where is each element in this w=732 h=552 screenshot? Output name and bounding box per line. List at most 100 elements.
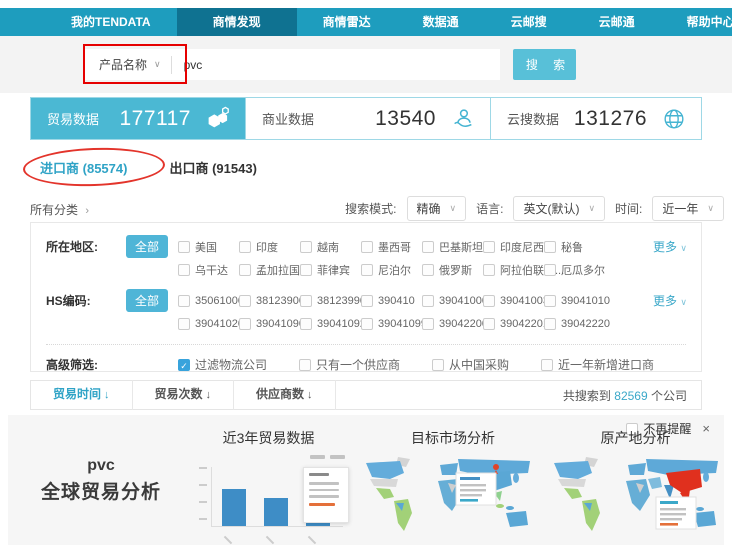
trade-analysis-panel: 不再提醒 × pvc 全球贸易分析 近3年贸易数据 目标市场分析 原产地分析 [8, 415, 724, 545]
hs-more-link[interactable]: 更多 ∨ [653, 292, 701, 309]
region-filter-row-2: 乌干达 孟加拉国 菲律宾 尼泊尔 俄罗斯 阿拉伯联合... 厄瓜多尔 [31, 258, 701, 281]
nav-item-cloud-mail-search[interactable]: 云邮搜 [485, 8, 573, 36]
language-value: 英文(默认) [523, 200, 579, 217]
hs-code-checkbox[interactable]: 39041010 [544, 295, 605, 307]
checkbox-icon [300, 264, 312, 276]
checkbox-icon [178, 241, 190, 253]
stat-value: 131276 [574, 107, 647, 131]
section-title-target-market: 目标市场分析 [363, 428, 543, 448]
language-select[interactable]: 英文(默认) ∨ [513, 196, 605, 221]
search-result-count: 共搜索到 82569 个公司 [563, 387, 701, 404]
hs-code-checkbox[interactable]: 39041092 [300, 318, 361, 330]
nav-item-business-radar[interactable]: 商情雷达 [297, 8, 397, 36]
stat-cloud-search-data[interactable]: 云搜数据 131276 [491, 98, 701, 139]
sort-by-supplier-count[interactable]: 供应商数↓ [234, 380, 336, 410]
checkbox-icon [483, 295, 495, 307]
all-categories-link[interactable]: 所有分类 › [30, 201, 89, 218]
checkbox-icon [178, 295, 190, 307]
tab-importers[interactable]: 进口商 (85574) [40, 158, 127, 177]
hs-code-checkbox[interactable]: 39041003 [483, 295, 544, 307]
stat-label: 商业数据 [262, 109, 314, 128]
map-red-pin [493, 464, 499, 470]
tab-exporters[interactable]: 出口商 (91543) [169, 158, 256, 177]
stat-label: 云搜数据 [507, 109, 559, 128]
hs-code-checkbox[interactable]: 35061000 [178, 295, 239, 307]
chevron-down-icon: ∨ [680, 297, 687, 307]
hs-all-button[interactable]: 全部 [126, 289, 168, 312]
search-input[interactable]: pvc [172, 58, 500, 72]
sort-by-trade-time[interactable]: 贸易时间↓ [31, 380, 133, 410]
product-name: pvc [26, 457, 176, 475]
nav-item-data-pass[interactable]: 数据通 [397, 8, 485, 36]
search-button[interactable]: 搜 索 [513, 49, 576, 80]
time-select[interactable]: 近一年 ∨ [652, 196, 724, 221]
hs-code-checkbox[interactable]: 390410 [361, 295, 422, 307]
region-checkbox[interactable]: 俄罗斯 [422, 262, 483, 278]
hs-code-checkbox[interactable]: 38123900 [239, 295, 300, 307]
hs-code-checkbox[interactable]: 39041000 [422, 295, 483, 307]
nav-item-help-center[interactable]: 帮助中心 [661, 8, 732, 36]
hs-code-checkbox[interactable]: 38123990 [300, 295, 361, 307]
advanced-checkbox-single-supplier[interactable]: 只有一个供应商 [299, 356, 400, 373]
region-checkbox[interactable]: 美国 [178, 239, 239, 255]
region-checkbox[interactable]: 尼泊尔 [361, 262, 422, 278]
search-category-label: 产品名称 [99, 56, 147, 73]
hs-code-checkbox[interactable]: 39041020 [178, 318, 239, 330]
region-checkbox[interactable]: 孟加拉国 [239, 262, 300, 278]
checkbox-icon [361, 318, 373, 330]
region-more-link[interactable]: 更多 ∨ [653, 238, 701, 255]
result-tabs: 进口商 (85574) 出口商 (91543) [40, 158, 257, 177]
region-checkbox[interactable]: 墨西哥 [361, 239, 422, 255]
nav-item-cloud-mail-pass[interactable]: 云邮通 [573, 8, 661, 36]
filters-panel: 所在地区: 全部 美国 印度 越南 墨西哥 巴基斯坦 印度尼西亚 秘鲁 更多 ∨… [30, 222, 702, 372]
search-mode-select[interactable]: 精确 ∨ [407, 196, 467, 221]
hs-code-checkbox[interactable]: 39042201 [483, 318, 544, 330]
advanced-checkbox-filter-logistics[interactable]: ✓ 过滤物流公司 [178, 356, 267, 373]
sort-by-trade-count[interactable]: 贸易次数↓ [133, 380, 235, 410]
hs-code-checkbox[interactable]: 39041099 [361, 318, 422, 330]
region-checkbox[interactable]: 印度 [239, 239, 300, 255]
stat-trade-data[interactable]: 贸易数据 177117 [31, 98, 246, 139]
region-checkbox[interactable]: 阿拉伯联合... [483, 262, 544, 278]
dotted-divider [46, 344, 686, 345]
stat-value: 13540 [375, 107, 436, 131]
stat-business-data[interactable]: 商业数据 13540 [246, 98, 491, 139]
arrow-down-icon: ↓ [307, 389, 313, 401]
hs-code-checkbox[interactable]: 39041090 [239, 318, 300, 330]
checkbox-icon [300, 295, 312, 307]
region-checkbox[interactable]: 厄瓜多尔 [544, 262, 605, 278]
map-tooltip [656, 497, 696, 529]
region-all-button[interactable]: 全部 [126, 235, 168, 258]
arrow-down-icon: ↓ [206, 389, 212, 401]
region-checkbox[interactable]: 乌干达 [178, 262, 239, 278]
hs-code-checkbox[interactable]: 39042220 [544, 318, 605, 330]
mini-bar-chart[interactable] [191, 451, 349, 543]
analysis-title-block: pvc 全球贸易分析 [26, 457, 176, 504]
advanced-checkbox-buy-from-china[interactable]: 从中国采购 [432, 356, 509, 373]
origin-analysis-map[interactable] [548, 453, 732, 548]
checkbox-icon [300, 318, 312, 330]
nav-item-business-discovery[interactable]: 商情发现 [177, 8, 297, 36]
nav-item-my-tendata[interactable]: 我的TENDATA [45, 8, 177, 36]
tab-count: (91543) [212, 161, 257, 176]
chart-tooltip [303, 467, 349, 523]
map-tooltip [456, 473, 496, 505]
search-box: 产品名称 ∨ pvc [85, 49, 500, 80]
advanced-checkbox-new-importers[interactable]: 近一年新增进口商 [541, 356, 654, 373]
stats-bar: 贸易数据 177117 商业数据 13540 云搜数据 131276 [30, 97, 702, 140]
region-checkbox[interactable]: 菲律宾 [300, 262, 361, 278]
region-checkbox[interactable]: 巴基斯坦 [422, 239, 483, 255]
filter-dropdowns: 搜索模式: 精确 ∨ 语言: 英文(默认) ∨ 时间: 近一年 ∨ [345, 196, 724, 221]
target-market-map[interactable] [360, 453, 545, 548]
chart-legend [310, 455, 345, 459]
checkbox-icon [544, 241, 556, 253]
region-checkbox[interactable]: 印度尼西亚 [483, 239, 544, 255]
search-category-dropdown[interactable]: 产品名称 ∨ [85, 49, 171, 80]
region-checkbox[interactable]: 秘鲁 [544, 239, 605, 255]
checkbox-icon [239, 264, 251, 276]
hs-code-checkbox[interactable]: 39042200 [422, 318, 483, 330]
region-checkbox[interactable]: 越南 [300, 239, 361, 255]
hs-code-label: HS编码: [46, 292, 126, 309]
all-categories-label: 所有分类 [30, 203, 78, 217]
result-count-number: 82569 [614, 389, 647, 403]
